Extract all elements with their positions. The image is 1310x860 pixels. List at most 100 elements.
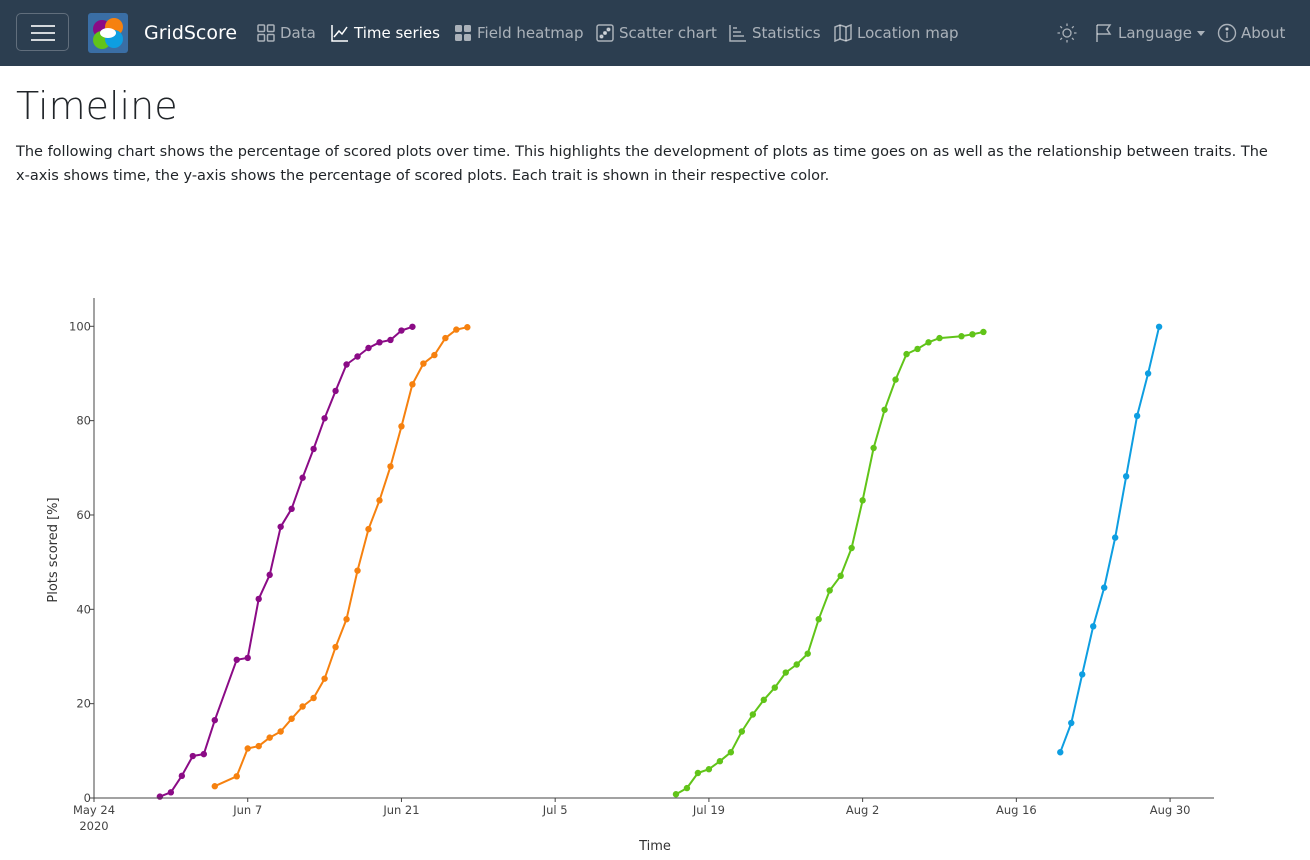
data-point[interactable]: [167, 789, 175, 796]
data-point[interactable]: [453, 326, 460, 333]
nav-item-scatter-chart[interactable]: Scatter chart: [595, 21, 717, 45]
data-point[interactable]: [936, 334, 943, 342]
data-point[interactable]: [299, 474, 306, 481]
nav-item-statistics[interactable]: Statistics: [728, 21, 821, 45]
data-point[interactable]: [958, 333, 965, 340]
data-point[interactable]: [793, 661, 800, 668]
timeline-chart[interactable]: 020406080100May 242020Jun 7 Jun 21 Jul 5 Ju…: [0, 290, 1310, 860]
data-point[interactable]: [156, 793, 164, 800]
data-point[interactable]: [1100, 584, 1108, 591]
nav-item-field-heatmap[interactable]: Field heatmap: [453, 21, 584, 45]
nav-item-location-map[interactable]: Location map: [833, 21, 959, 45]
data-point[interactable]: [749, 711, 757, 718]
data-point[interactable]: [980, 328, 987, 336]
data-point[interactable]: [1068, 719, 1075, 727]
data-point[interactable]: [398, 327, 405, 334]
data-point[interactable]: [200, 750, 208, 758]
data-point[interactable]: [804, 650, 811, 657]
data-point[interactable]: [277, 523, 284, 530]
data-point[interactable]: [771, 684, 778, 691]
data-point[interactable]: [1155, 323, 1163, 330]
data-point[interactable]: [398, 423, 405, 430]
menu-toggle-button[interactable]: [16, 13, 69, 51]
data-point[interactable]: [255, 595, 262, 603]
data-point[interactable]: [409, 323, 416, 330]
data-point[interactable]: [376, 497, 383, 504]
data-point[interactable]: [321, 415, 328, 422]
gridscore-logo-icon[interactable]: [88, 13, 128, 53]
data-point[interactable]: [694, 769, 702, 777]
data-point[interactable]: [881, 406, 888, 413]
data-point[interactable]: [859, 497, 866, 504]
data-point[interactable]: [1090, 623, 1097, 630]
data-point[interactable]: [870, 444, 877, 452]
data-point[interactable]: [683, 784, 691, 792]
data-point[interactable]: [387, 336, 394, 344]
data-point[interactable]: [738, 728, 746, 735]
data-point[interactable]: [376, 339, 383, 346]
data-point[interactable]: [244, 745, 251, 752]
data-point[interactable]: [211, 716, 218, 724]
data-point[interactable]: [332, 643, 339, 651]
data-point[interactable]: [1111, 534, 1119, 541]
language-dropdown[interactable]: Language: [1094, 21, 1206, 45]
data-point[interactable]: [288, 715, 295, 722]
data-point[interactable]: [903, 350, 910, 358]
data-point[interactable]: [365, 525, 372, 533]
data-point[interactable]: [848, 544, 855, 552]
data-point[interactable]: [826, 587, 833, 594]
data-point[interactable]: [321, 675, 328, 682]
data-point[interactable]: [837, 572, 844, 580]
data-point[interactable]: [892, 376, 899, 383]
data-point[interactable]: [233, 773, 240, 780]
data-point[interactable]: [1133, 412, 1141, 420]
data-point[interactable]: [464, 324, 471, 331]
data-point[interactable]: [1057, 749, 1064, 756]
data-point[interactable]: [266, 734, 273, 741]
data-point[interactable]: [233, 656, 240, 663]
x-tick-sublabel: 2020: [79, 819, 108, 833]
data-point[interactable]: [255, 742, 262, 750]
nav-label: Statistics: [752, 24, 821, 42]
nav-item-data[interactable]: Data: [256, 21, 316, 45]
data-point[interactable]: [277, 728, 284, 735]
data-point[interactable]: [672, 791, 680, 798]
data-point[interactable]: [266, 571, 273, 579]
x-tick-label: Jun 21: [382, 803, 419, 817]
about-link[interactable]: About: [1217, 21, 1285, 45]
data-point[interactable]: [332, 387, 339, 395]
data-point[interactable]: [343, 361, 350, 368]
data-point[interactable]: [914, 345, 921, 353]
theme-toggle-button[interactable]: [1056, 21, 1082, 45]
data-point[interactable]: [442, 334, 449, 342]
data-point[interactable]: [310, 694, 317, 702]
data-point[interactable]: [288, 505, 295, 513]
data-point[interactable]: [354, 353, 361, 360]
data-point[interactable]: [409, 381, 416, 388]
data-point[interactable]: [420, 360, 427, 367]
data-point[interactable]: [244, 654, 251, 662]
data-point[interactable]: [189, 752, 197, 760]
data-point[interactable]: [365, 344, 372, 352]
nav-item-time-series[interactable]: Time series: [330, 21, 440, 45]
data-point[interactable]: [211, 783, 218, 790]
data-point[interactable]: [178, 772, 186, 780]
data-point[interactable]: [716, 758, 724, 765]
data-point[interactable]: [299, 703, 306, 710]
brand-name[interactable]: GridScore: [144, 20, 237, 46]
data-point[interactable]: [782, 669, 789, 676]
data-point[interactable]: [431, 351, 438, 359]
data-point[interactable]: [343, 616, 350, 623]
data-point[interactable]: [1122, 473, 1130, 480]
data-point[interactable]: [925, 339, 932, 346]
data-point[interactable]: [760, 696, 768, 704]
data-point[interactable]: [1079, 671, 1086, 678]
data-point[interactable]: [969, 331, 976, 338]
data-point[interactable]: [354, 567, 361, 574]
data-point[interactable]: [1144, 370, 1152, 377]
data-point[interactable]: [815, 616, 822, 623]
data-point[interactable]: [727, 749, 735, 756]
data-point[interactable]: [387, 463, 394, 470]
data-point[interactable]: [310, 445, 317, 453]
data-point[interactable]: [705, 766, 713, 773]
